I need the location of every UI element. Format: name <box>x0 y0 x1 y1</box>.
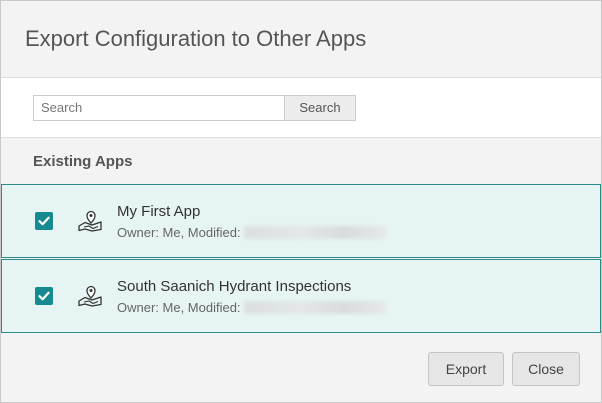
map-pin-icon <box>78 285 102 307</box>
app-checkbox[interactable] <box>35 212 53 230</box>
search-button[interactable]: Search <box>284 94 356 121</box>
map-pin-icon <box>78 210 102 232</box>
app-meta: Owner: Me, Modified: <box>117 300 386 315</box>
app-meta: Owner: Me, Modified: <box>117 225 386 240</box>
dialog-footer: Export Close <box>1 336 601 402</box>
dialog-header: Export Configuration to Other Apps <box>1 1 601 78</box>
search-bar: Search <box>1 78 601 138</box>
export-dialog: Export Configuration to Other Apps Searc… <box>0 0 602 403</box>
app-row-south-saanich[interactable]: South Saanich Hydrant Inspections Owner:… <box>1 259 601 333</box>
search-input[interactable] <box>33 94 284 121</box>
app-row-my-first-app[interactable]: My First App Owner: Me, Modified: <box>1 184 601 258</box>
app-list: My First App Owner: Me, Modified: South … <box>1 184 601 333</box>
app-checkbox[interactable] <box>35 287 53 305</box>
redacted-date <box>243 300 386 314</box>
checkmark-icon <box>38 216 50 226</box>
app-owner-modified: Owner: Me, Modified: <box>117 299 241 315</box>
dialog-title: Export Configuration to Other Apps <box>25 26 367 51</box>
redacted-date <box>243 225 386 239</box>
app-info: My First App Owner: Me, Modified: <box>117 203 386 240</box>
app-info: South Saanich Hydrant Inspections Owner:… <box>117 278 386 315</box>
section-heading: Existing Apps <box>1 138 601 184</box>
close-button[interactable]: Close <box>512 352 580 386</box>
checkmark-icon <box>38 291 50 301</box>
app-name: South Saanich Hydrant Inspections <box>117 277 352 295</box>
app-name: My First App <box>117 202 201 220</box>
app-owner-modified: Owner: Me, Modified: <box>117 224 241 240</box>
export-button[interactable]: Export <box>428 352 504 386</box>
